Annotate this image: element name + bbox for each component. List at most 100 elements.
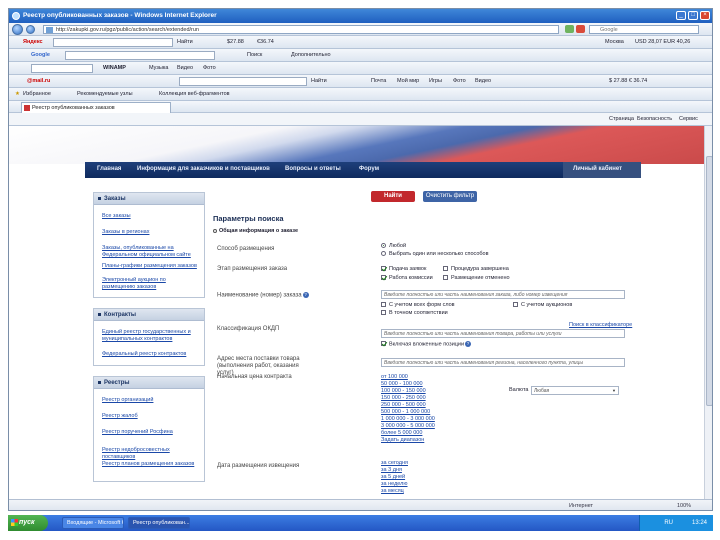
maximize-button[interactable]: □ — [688, 11, 698, 20]
weather-link[interactable]: Москва — [605, 39, 624, 45]
nav-forum[interactable]: Форум — [359, 166, 379, 172]
exact-match-checkbox[interactable]: В точном соответствии — [381, 310, 448, 316]
nav-faq[interactable]: Вопросы и ответы — [285, 166, 341, 172]
minimize-button[interactable]: _ — [676, 11, 686, 20]
address-input[interactable]: http://zakupki.gov.ru/pgz/public/action/… — [43, 25, 559, 34]
favorites-button[interactable]: Избранное — [23, 91, 51, 97]
link-rosfin[interactable]: Реестр поручений Росфина — [102, 429, 200, 436]
webslice-gallery-link[interactable]: Коллекция веб-фрагментов — [159, 91, 230, 97]
stage-commission-checkbox[interactable]: Работа комиссии — [381, 275, 433, 281]
media-music[interactable]: Музыка — [149, 65, 168, 71]
classifier-search-link[interactable]: Поиск в классификаторе — [569, 322, 632, 329]
language-indicator[interactable]: RU — [664, 520, 673, 526]
google-search-input[interactable] — [65, 51, 215, 60]
stage-cancelled-checkbox[interactable]: Размещение отменено — [443, 275, 510, 281]
media-photo[interactable]: Фото — [203, 65, 216, 71]
price-option-1[interactable]: от 100 000 — [381, 374, 408, 381]
page-viewport: Главная Информация для заказчиков и пост… — [9, 126, 712, 499]
link-plans[interactable]: Планы-графики размещения заказов — [102, 263, 200, 270]
mail-link-world[interactable]: Мой мир — [397, 78, 419, 84]
link-federal-contracts[interactable]: Федеральный реестр контрактов — [102, 351, 200, 358]
link-organizations[interactable]: Реестр организаций — [102, 397, 200, 404]
yandex-find-button[interactable]: Найти — [177, 39, 193, 45]
link-regional-orders[interactable]: Заказы в регионах — [102, 229, 200, 236]
nav-info[interactable]: Информация для заказчиков и поставщиков — [137, 166, 270, 172]
mail-link-games[interactable]: Игры — [429, 78, 442, 84]
taskbar-ie[interactable]: Реестр опубликован... — [128, 517, 190, 529]
mail-link-photo[interactable]: Фото — [453, 78, 466, 84]
placing-any-radio[interactable]: Любой — [381, 243, 406, 249]
with-auctions-checkbox[interactable]: С учетом аукционов — [513, 302, 572, 308]
delivery-address-input[interactable]: Введите полностью или часть наименования… — [381, 358, 625, 367]
placing-choose-radio[interactable]: Выбрать один или несколько способов — [381, 251, 489, 257]
date-today[interactable]: за сегодня — [381, 460, 408, 467]
link-placement-plans[interactable]: Реестр планов размещения заказов — [102, 461, 200, 468]
mail-link-video[interactable]: Видео — [475, 78, 491, 84]
yandex-search-input[interactable] — [53, 38, 173, 47]
clear-filter-button[interactable]: Очистить фильтр — [423, 191, 477, 202]
tools-menu[interactable]: Сервис — [679, 116, 698, 122]
tab-active[interactable]: Реестр опубликованных заказов — [21, 102, 171, 113]
link-e-auction[interactable]: Электронный аукцион по размещению заказо… — [102, 277, 200, 291]
stop-icon[interactable] — [576, 25, 585, 33]
vertical-scrollbar[interactable] — [704, 126, 712, 499]
price-option-9[interactable]: более 5 000 000 — [381, 430, 422, 437]
section-general[interactable]: Общая информация о заказе — [213, 228, 298, 234]
back-icon[interactable] — [12, 24, 23, 35]
price-option-5[interactable]: 250 000 - 500 000 — [381, 402, 426, 409]
page-menu[interactable]: Страница — [609, 116, 634, 122]
title-bar: Реестр опубликованных заказов - Windows … — [9, 9, 712, 23]
price-option-8[interactable]: 3 000 000 - 5 000 000 — [381, 423, 435, 430]
link-all-orders[interactable]: Все заказы — [102, 213, 200, 220]
site-container: Главная Информация для заказчиков и пост… — [85, 162, 641, 499]
close-button[interactable]: × — [700, 11, 710, 20]
okdp-input[interactable]: Введите полностью или часть наименования… — [381, 329, 625, 338]
date-month[interactable]: за месяц — [381, 488, 404, 495]
winamp-search-input[interactable] — [31, 64, 93, 73]
scroll-thumb[interactable] — [706, 156, 712, 406]
safety-menu[interactable]: Безопасность — [637, 116, 672, 122]
order-name-input[interactable]: Введите полностью или часть наименования… — [381, 290, 625, 299]
link-complaints[interactable]: Реестр жалоб — [102, 413, 200, 420]
taskbar-outlook[interactable]: Входящие - Microsoft Outlook — [62, 517, 124, 529]
mail-link-mail[interactable]: Почта — [371, 78, 386, 84]
price-option-2[interactable]: 50 000 - 100 000 — [381, 381, 423, 388]
help-icon[interactable]: ? — [465, 341, 472, 347]
price-custom-range[interactable]: Задать диапазон — [381, 437, 424, 444]
google-more-menu[interactable]: Дополнительно — [291, 52, 331, 58]
nav-home[interactable]: Главная — [97, 166, 121, 172]
all-word-forms-checkbox[interactable]: С учетом всех форм слов — [381, 302, 455, 308]
google-search-button[interactable]: Поиск — [247, 52, 262, 58]
star-icon[interactable]: ★ — [15, 91, 20, 97]
top-navigation: Главная Информация для заказчиков и пост… — [85, 162, 641, 178]
link-federal-orders[interactable]: Заказы, опубликованные на Федеральном оф… — [102, 245, 200, 259]
date-5-days[interactable]: за 5 дней — [381, 474, 405, 481]
google-toolbar: Google Поиск Дополнительно — [9, 49, 712, 62]
refresh-icon[interactable] — [565, 25, 574, 33]
mail-search-button[interactable]: Найти — [311, 78, 327, 84]
date-week[interactable]: за неделю — [381, 481, 408, 488]
price-option-4[interactable]: 150 000 - 250 000 — [381, 395, 426, 402]
nav-account[interactable]: Личный кабинет — [573, 166, 622, 172]
find-button[interactable]: Найти — [371, 191, 415, 202]
price-option-7[interactable]: 1 000 000 - 3 000 000 — [381, 416, 435, 423]
currency-select[interactable]: Любая ▼ — [531, 386, 619, 395]
link-unified-contracts[interactable]: Единый реестр государственных и муниципа… — [102, 329, 200, 343]
mail-toolbar: @mail.ru Найти Почта Мой мир Игры Фото В… — [9, 75, 712, 88]
search-input[interactable]: Google — [589, 25, 699, 34]
zoom-level[interactable]: 100% — [677, 503, 691, 509]
price-option-3[interactable]: 100 000 - 150 000 — [381, 388, 426, 395]
stage-applications-checkbox[interactable]: Подача заявок — [381, 266, 426, 272]
media-video[interactable]: Видео — [177, 65, 193, 71]
forward-icon[interactable] — [26, 25, 35, 34]
include-nested-checkbox[interactable]: Включая вложенные позиции? — [381, 341, 472, 347]
browser-window: Реестр опубликованных заказов - Windows … — [8, 8, 713, 511]
date-3-days[interactable]: за 3 дня — [381, 467, 402, 474]
help-icon[interactable]: ? — [302, 292, 309, 298]
stage-completed-checkbox[interactable]: Процедура завершена — [443, 266, 509, 272]
price-option-6[interactable]: 500 000 - 1 000 000 — [381, 409, 430, 416]
mail-search-input[interactable] — [179, 77, 307, 86]
suggested-sites-link[interactable]: Рекомендуемые узлы — [77, 91, 133, 97]
start-button[interactable]: пуск — [8, 515, 48, 531]
link-unfair-suppliers[interactable]: Реестр недобросовестных поставщиков — [102, 447, 200, 461]
